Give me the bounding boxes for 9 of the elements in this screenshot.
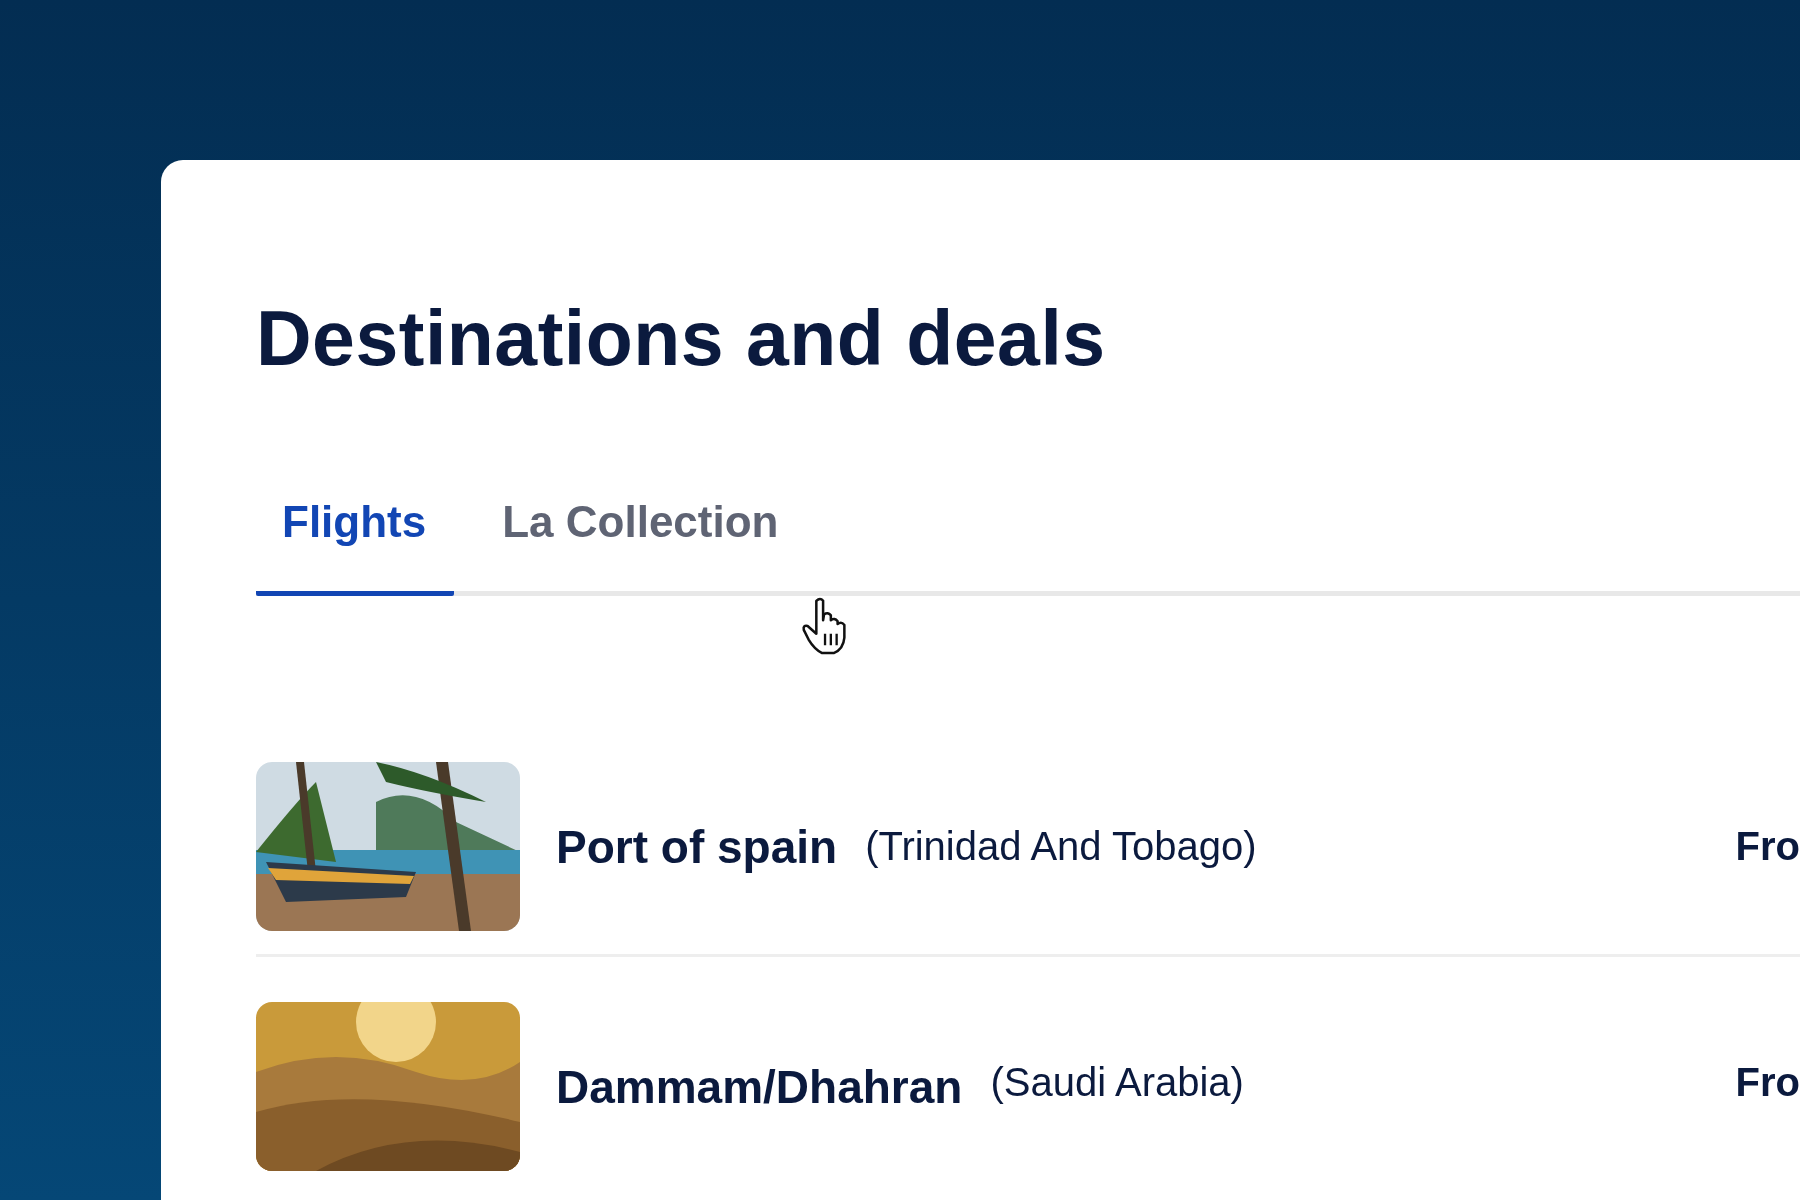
- page-title: Destinations and deals: [256, 294, 1107, 377]
- tab[interactable]: La Collection: [454, 497, 819, 596]
- tab[interactable]: Flights: [256, 497, 455, 596]
- country-name: (Trinidad And Tobago): [865, 824, 1257, 869]
- price-label: Fro: [1735, 1060, 1800, 1105]
- destination-name: Port of spain: [556, 819, 838, 874]
- destination-name: Dammam/Dhahran: [556, 1060, 963, 1114]
- price-label: Fro: [1735, 824, 1800, 869]
- country-name: (Saudi Arabia): [990, 1060, 1244, 1105]
